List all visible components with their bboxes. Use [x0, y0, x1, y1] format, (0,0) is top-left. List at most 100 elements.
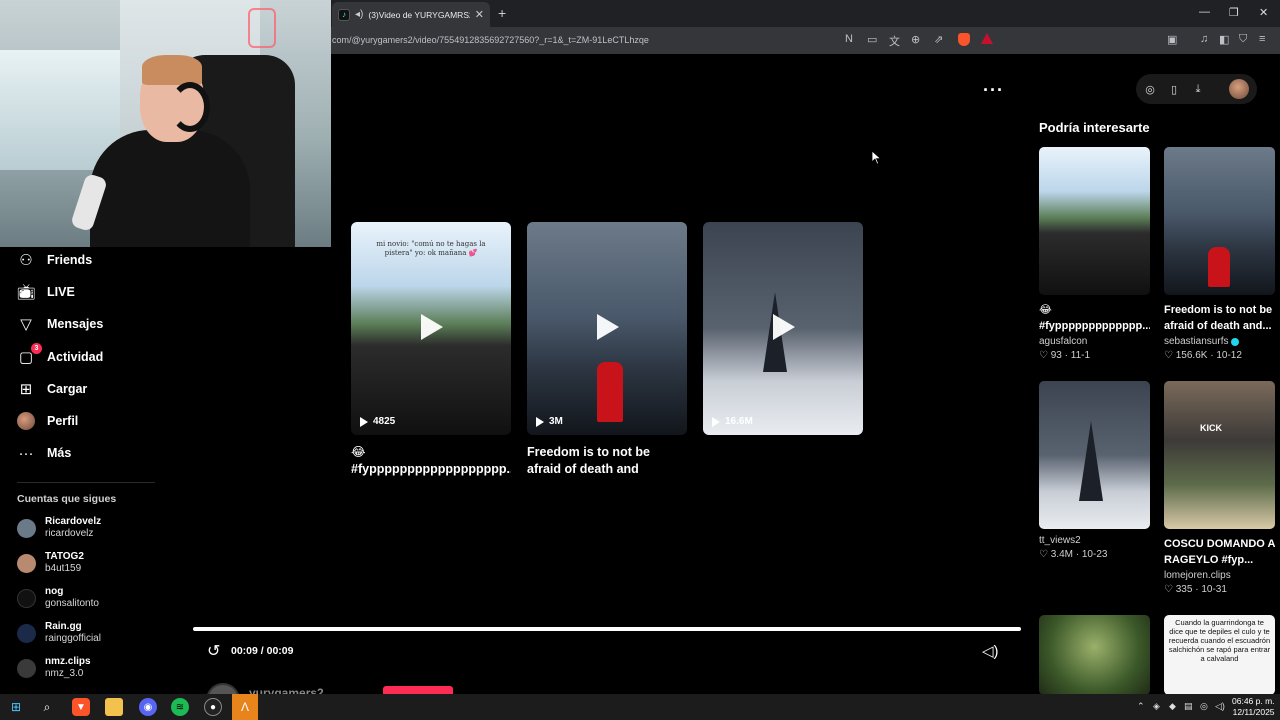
discord-icon[interactable]: ◉ [139, 698, 157, 716]
recommended-video[interactable]: Freedom is to not be afraid of death and… [1164, 147, 1275, 361]
windows-start-icon[interactable]: ⊞ [7, 698, 25, 716]
video-stats: ♡ 156.6K · 10-12 [1164, 350, 1242, 361]
tray-app-icon[interactable]: ◎ [1200, 701, 1208, 712]
replay-icon[interactable]: ↺ [207, 641, 220, 661]
video-author[interactable]: lomejoren.clips [1164, 570, 1275, 581]
close-window-icon[interactable]: ✕ [1259, 6, 1268, 19]
video-card[interactable]: 16.6M [703, 222, 863, 478]
compass-icon[interactable]: ◎ [1144, 83, 1156, 96]
video-author[interactable]: agusfalcon [1039, 336, 1150, 347]
recommended-video[interactable]: KICK COSCU DOMANDO A RAGEYLO #fyp... lom… [1164, 381, 1275, 595]
video-author[interactable]: tt_views2 [1039, 535, 1150, 546]
video-thumbnail[interactable]: Cuando la guarrindonga te dice que te de… [1164, 615, 1275, 695]
wallet-icon[interactable]: ▣ [1167, 33, 1177, 46]
download-icon[interactable]: ⤓ [1192, 83, 1204, 96]
following-account[interactable]: nmz.clips nmz_3.0 [17, 656, 91, 680]
video-title[interactable]: 😂 #fyppppppppppppp... [1039, 302, 1150, 334]
following-account[interactable]: nog gonsalitonto [17, 586, 99, 610]
nav-friends[interactable]: ⚇ Friends [17, 249, 92, 271]
webcam-neon-sign [248, 8, 276, 48]
video-thumbnail[interactable]: mi novio: "comú no te hagas la pistera" … [351, 222, 511, 435]
following-account[interactable]: TATOG2 b4ut159 [17, 551, 84, 575]
nav-profile-label: Perfil [47, 414, 79, 428]
nav-activity[interactable]: ▢ 3 Actividad [17, 343, 103, 368]
more-options-icon[interactable]: ··· [983, 80, 1004, 101]
streaming-app-icon[interactable]: Λ [236, 698, 254, 716]
video-thumbnail[interactable] [1039, 381, 1150, 529]
nav-profile[interactable]: Perfil [17, 410, 78, 432]
tray-app-icon[interactable]: ▤ [1184, 701, 1193, 712]
video-thumbnail[interactable] [1039, 147, 1150, 295]
recommended-video[interactable]: Cuando la guarrindonga te dice que te de… [1164, 615, 1275, 695]
volume-icon[interactable]: ◁) [982, 642, 999, 660]
brave-browser-icon[interactable]: ▼ [72, 698, 90, 716]
video-title[interactable]: 😂 #fypppppppppppppppppp... [351, 444, 511, 478]
vpn-shield-icon[interactable]: ⛉ [1239, 33, 1247, 46]
author-name: agusfalcon [1039, 336, 1088, 347]
audio-playing-icon[interactable]: ◂) [355, 9, 363, 20]
video-progress-bar[interactable] [193, 627, 1021, 631]
video-title[interactable]: COSCU DOMANDO A RAGEYLO #fyp... [1164, 536, 1275, 568]
browser-tab-active[interactable]: ♪ ◂) (3)Video de YURYGAMRS2 (@ ✕ [332, 2, 490, 27]
sidebar-icon[interactable]: ◧ [1219, 33, 1229, 46]
recommended-video[interactable]: 😂 #fyppppppppppppp... agusfalcon ♡ 93 · … [1039, 147, 1150, 361]
following-account[interactable]: Rain.gg rainggofficial [17, 621, 101, 645]
video-card[interactable]: 3M Freedom is to not be afraid of death … [527, 222, 687, 478]
tray-app-icon[interactable]: ◈ [1153, 701, 1160, 712]
menu-icon[interactable]: ≡ [1259, 33, 1265, 45]
recommended-video[interactable]: tt_views2 ♡ 3.4M · 10-23 [1039, 381, 1150, 560]
obs-icon[interactable]: ● [204, 698, 222, 716]
nav-live[interactable]: 📺︎ LIVE [16, 281, 74, 303]
video-title[interactable]: Freedom is to not be afraid of death and… [1164, 302, 1275, 334]
phone-icon[interactable]: ▯ [1168, 83, 1180, 96]
video-title[interactable] [703, 444, 863, 478]
recommendations-heading: Podría interesarte [1039, 120, 1150, 135]
search-icon[interactable]: ⌕ [38, 698, 56, 716]
clock-date: 12/11/2025 [1232, 707, 1275, 717]
tray-overflow-icon[interactable]: ⌃ [1137, 701, 1145, 712]
nav-upload[interactable]: ⊞ Cargar [17, 378, 88, 400]
reader-mode-icon[interactable]: N [845, 33, 853, 45]
tab-title: (3)Video de YURYGAMRS2 (@ [368, 9, 470, 20]
brave-rewards-icon[interactable] [981, 33, 993, 44]
account-name: Ricardovelz [45, 516, 102, 527]
recommended-video[interactable] [1039, 615, 1150, 695]
follow-button[interactable] [383, 686, 453, 694]
tray-app-icon[interactable]: ◆ [1169, 701, 1176, 712]
view-count-value: 4825 [373, 416, 396, 427]
account-handle: nmz_3.0 [45, 668, 84, 679]
speaker-icon[interactable]: ◁) [1215, 701, 1225, 712]
spotify-icon[interactable]: ≋ [171, 698, 189, 716]
video-thumbnail[interactable] [1164, 147, 1275, 295]
new-tab-button[interactable]: + [498, 5, 506, 21]
play-icon[interactable] [597, 314, 619, 340]
user-avatar[interactable] [1229, 79, 1249, 99]
video-title[interactable]: Freedom is to not be afraid of death and… [527, 444, 687, 478]
play-icon[interactable] [421, 314, 443, 340]
media-icon[interactable]: ♫ [1200, 33, 1208, 45]
video-thumbnail[interactable]: 3M [527, 222, 687, 435]
video-thumbnail[interactable] [1039, 615, 1150, 695]
video-author[interactable]: sebastiansurfs [1164, 336, 1275, 347]
minimize-window-icon[interactable]: — [1199, 6, 1210, 18]
zoom-icon[interactable]: ⊕ [911, 33, 920, 46]
right-toolbar: ◎ ▯ ⤓ [1136, 74, 1257, 104]
url-text[interactable]: com/@yurygamers2/video/75549128356927275… [332, 35, 649, 45]
file-explorer-icon[interactable] [105, 698, 123, 716]
following-account[interactable]: Ricardovelz ricardovelz [17, 516, 101, 540]
translate-icon[interactable]: 文 [889, 33, 900, 49]
video-thumbnail[interactable]: KICK [1164, 381, 1275, 529]
restore-window-icon[interactable]: ❐ [1229, 6, 1239, 19]
video-stats: ♡ 335 · 10-31 [1164, 584, 1227, 595]
nav-messages[interactable]: ▽ Mensajes [17, 313, 103, 335]
share-icon[interactable]: ⇗ [934, 33, 943, 46]
play-icon[interactable] [773, 314, 795, 340]
video-card[interactable]: mi novio: "comú no te hagas la pistera" … [351, 222, 511, 478]
avatar [17, 518, 36, 538]
system-clock[interactable]: 06:46 p. m. 12/11/2025 [1232, 696, 1275, 718]
cast-icon[interactable]: ▭ [867, 33, 877, 46]
close-tab-icon[interactable]: ✕ [475, 8, 484, 21]
video-thumbnail[interactable]: 16.6M [703, 222, 863, 435]
nav-more[interactable]: ··· Más [17, 442, 72, 464]
brave-shields-icon[interactable] [958, 33, 970, 46]
